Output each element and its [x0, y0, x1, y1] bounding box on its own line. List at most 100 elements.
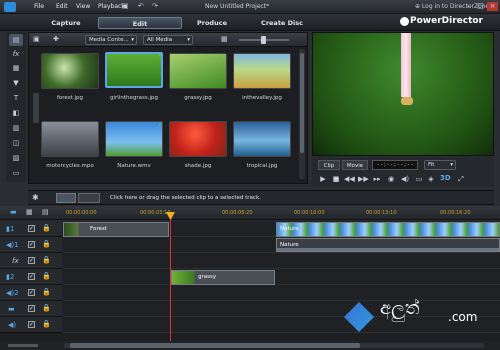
menu-file[interactable]: File: [34, 3, 44, 10]
undock-icon[interactable]: ▭: [414, 174, 424, 184]
media-room-icon[interactable]: ▤: [9, 34, 23, 46]
clip-name: Nature: [280, 226, 299, 232]
track-enable-checkbox[interactable]: ✓: [28, 257, 35, 264]
timecode-display[interactable]: - - ; - - ; - - ; - -: [372, 160, 418, 170]
previous-frame-icon[interactable]: ◀◀: [344, 174, 355, 184]
library-scrollbar-thumb[interactable]: [300, 53, 304, 153]
track-enable-checkbox[interactable]: ✓: [28, 241, 35, 248]
track-enable-checkbox[interactable]: ✓: [28, 273, 35, 280]
preview-subject: [401, 33, 411, 97]
horizontal-scroll-thumb[interactable]: [70, 343, 360, 348]
track-manager-icon[interactable]: ▤: [42, 208, 49, 216]
timeline-clip-forest[interactable]: Forest: [63, 222, 169, 237]
volume-icon[interactable]: ◀): [400, 174, 410, 184]
fx-track-icon: fx: [12, 257, 19, 265]
lock-icon[interactable]: 🔒: [42, 288, 51, 296]
overwrite-button[interactable]: [78, 193, 100, 203]
track-enable-checkbox[interactable]: ✓: [28, 305, 35, 312]
track-enable-checkbox[interactable]: ✓: [28, 321, 35, 328]
fullscreen-icon[interactable]: ⤢: [456, 174, 466, 184]
track-lane[interactable]: [62, 253, 500, 269]
thumbnail-nature[interactable]: [105, 121, 163, 157]
used-check-icon: ✓: [222, 53, 228, 60]
voice-over-icon[interactable]: ◫: [9, 137, 23, 149]
lock-icon[interactable]: 🔒: [42, 272, 51, 280]
room-toolbar: ▤ fx ▦ ▼ T ◧ ▥ ◫ ▨ ▭: [6, 32, 26, 182]
title-track-icon: ▬: [8, 305, 15, 313]
track-enable-checkbox[interactable]: ✓: [28, 289, 35, 296]
video-track-icon: ▮1: [6, 225, 15, 233]
playhead[interactable]: [170, 212, 171, 342]
subtitle-room-icon[interactable]: ▭: [9, 167, 23, 179]
tab-create-disc[interactable]: Create Disc: [240, 17, 324, 29]
snapshot-icon[interactable]: ◉: [386, 174, 396, 184]
title-room-icon[interactable]: T: [9, 92, 23, 104]
track-lane[interactable]: [62, 269, 500, 285]
grid-view-icon[interactable]: ▦: [221, 35, 228, 43]
thumbnail-forest[interactable]: [41, 53, 99, 89]
powerdirector-logo-icon: [400, 17, 409, 26]
transition-room-icon[interactable]: ◧: [9, 107, 23, 119]
minimize-icon[interactable]: –: [463, 2, 474, 11]
thumbnail-grassy[interactable]: [169, 53, 227, 89]
timeline-clip-nature[interactable]: Nature: [276, 222, 500, 237]
undo-icon[interactable]: ↶: [138, 2, 144, 10]
media-library: ▣ ✚ Media Conte... ▾ All Media ▾ ▦ fores…: [28, 32, 308, 184]
powerdirector-window: File Edit View Playback ▣ ↶ ↷ New Untitl…: [0, 0, 500, 350]
close-icon[interactable]: ×: [487, 2, 498, 11]
pip-room-icon[interactable]: ▦: [9, 62, 23, 74]
stop-icon[interactable]: ■: [331, 174, 341, 184]
chevron-down-icon: ▾: [450, 162, 453, 168]
play-icon[interactable]: ▶: [318, 174, 328, 184]
tab-capture[interactable]: Capture: [24, 17, 108, 29]
preview-shoe: [401, 97, 413, 105]
timeline-clip-grassy[interactable]: grassy: [171, 270, 275, 285]
particle-room-icon[interactable]: ▼: [9, 77, 23, 89]
magic-tools-icon[interactable]: ✱: [32, 193, 39, 202]
thumbnail-motorcycles[interactable]: [41, 121, 99, 157]
timeline-view-icon[interactable]: ▬: [10, 208, 17, 216]
lock-icon[interactable]: 🔒: [42, 256, 51, 264]
maximize-icon[interactable]: □: [475, 2, 486, 11]
track-enable-checkbox[interactable]: ✓: [28, 225, 35, 232]
lock-icon[interactable]: 🔒: [42, 304, 51, 312]
effects-room-icon[interactable]: fx: [9, 48, 23, 60]
timeline-scrollbar[interactable]: [0, 341, 500, 350]
save-icon[interactable]: ▣: [122, 2, 129, 10]
thumbnail-tropical[interactable]: [233, 121, 291, 157]
timeline-clip-nature-audio[interactable]: Nature: [276, 238, 500, 252]
insert-button[interactable]: [56, 193, 76, 203]
ruler-tick: 00:00:16:20: [440, 210, 471, 216]
media-type-dropdown[interactable]: All Media ▾: [143, 35, 193, 45]
thumbnail-label: grassy.jpg: [184, 95, 212, 101]
menu-edit[interactable]: Edit: [56, 3, 68, 10]
slider-handle[interactable]: [261, 36, 266, 44]
chapter-room-icon[interactable]: ▨: [9, 152, 23, 164]
lock-icon[interactable]: 🔒: [42, 320, 51, 328]
thumbnail-inthevalley[interactable]: [233, 53, 291, 89]
clip-mode-tab[interactable]: Clip: [318, 160, 340, 170]
next-frame-icon[interactable]: ▶▶: [358, 174, 369, 184]
movie-mode-tab[interactable]: Movie: [342, 160, 368, 170]
fast-forward-icon[interactable]: ▸▸: [372, 174, 382, 184]
redo-icon[interactable]: ↷: [152, 2, 158, 10]
3d-mode-button[interactable]: 3D: [440, 174, 451, 182]
audio-mixing-icon[interactable]: ▥: [9, 122, 23, 134]
track-header-audio-2: ◀)2 ✓ 🔒: [0, 285, 62, 301]
lock-icon[interactable]: 🔒: [42, 224, 51, 232]
fit-dropdown[interactable]: Fit ▾: [424, 160, 456, 170]
preview-quality-icon[interactable]: ◈: [426, 174, 436, 184]
thumbnail-shade[interactable]: [169, 121, 227, 157]
lock-icon[interactable]: 🔒: [42, 240, 51, 248]
zoom-slider[interactable]: [8, 344, 38, 347]
track-header-video-1: ▮1 ✓ 🔒: [0, 221, 62, 237]
storyboard-view-icon[interactable]: ▦: [26, 208, 33, 216]
menu-view[interactable]: View: [76, 3, 90, 10]
menu-playback[interactable]: Playback: [98, 3, 125, 10]
plugins-icon[interactable]: ✚: [53, 35, 59, 43]
content-filter-dropdown[interactable]: Media Conte... ▾: [85, 35, 137, 45]
thumbnail-girlinthegrass[interactable]: [105, 52, 163, 88]
import-media-icon[interactable]: ▣: [33, 35, 40, 43]
audio-waveform: [277, 248, 499, 251]
track-header-video-2: ▮2 ✓ 🔒: [0, 269, 62, 285]
